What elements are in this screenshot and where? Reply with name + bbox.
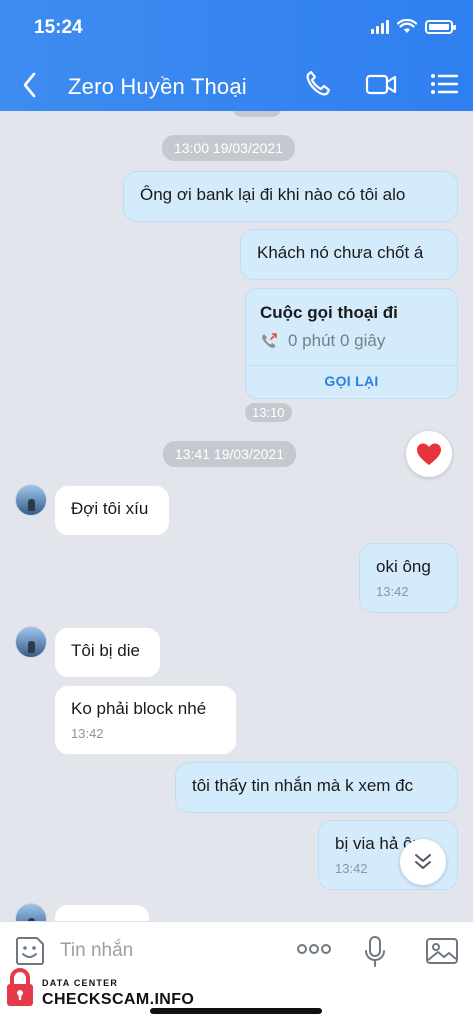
message-text: oki ông <box>376 557 431 576</box>
message-outgoing[interactable]: tôi thấy tin nhắn mà k xem đc <box>175 762 458 813</box>
message-incoming[interactable]: Đợi tôi xíu <box>54 485 170 536</box>
watermark-main: CHECKSCAM.INFO <box>42 991 195 1008</box>
home-indicator[interactable] <box>150 1008 322 1014</box>
date-separator: 13:00 19/03/2021 <box>162 135 295 161</box>
chat-header: 15:24 Zero Huyền Thoại <box>0 0 473 111</box>
message-time: 13:42 <box>71 726 104 741</box>
message-input[interactable]: Tin nhắn <box>60 940 133 962</box>
message-outgoing[interactable]: Ông ơi bank lại đi khi nào có tôi alo <box>123 171 458 222</box>
call-duration: 0 phút 0 giây <box>288 331 386 350</box>
call-back-button[interactable]: GỌI LẠI <box>246 373 457 389</box>
wifi-icon <box>397 19 417 33</box>
contact-name[interactable]: Zero Huyền Thoại <box>68 74 247 100</box>
watermark-top: DATA CENTER <box>42 978 119 988</box>
outgoing-call-icon <box>262 333 277 348</box>
microphone-icon[interactable] <box>363 934 387 970</box>
call-title: Cuộc gọi thoại đi <box>260 303 398 322</box>
call-divider <box>246 365 457 366</box>
signal-icon <box>371 20 389 34</box>
message-text: Ko phải block nhé <box>71 699 207 718</box>
avatar[interactable] <box>15 903 47 921</box>
message-incoming-partial[interactable] <box>54 904 150 921</box>
message-incoming[interactable]: Ko phải block nhé 13:42 <box>54 685 237 755</box>
reaction-heart[interactable] <box>406 431 452 477</box>
more-icon[interactable] <box>296 942 332 956</box>
avatar[interactable] <box>15 626 47 658</box>
call-duration-row: 0 phút 0 giây <box>260 331 385 351</box>
menu-icon[interactable] <box>427 68 461 100</box>
chevron-down-icon <box>415 854 431 869</box>
image-icon[interactable] <box>425 936 459 966</box>
status-icons <box>371 19 456 34</box>
scroll-down-button[interactable] <box>400 839 446 885</box>
message-time: 13:10 <box>245 403 292 422</box>
message-time: 13:42 <box>376 584 409 599</box>
call-card[interactable]: Cuộc gọi thoại đi 0 phút 0 giây GỌI LẠI <box>245 288 458 399</box>
message-incoming[interactable]: Tôi bị die <box>54 627 161 678</box>
time-pill-cut <box>232 111 282 117</box>
avatar[interactable] <box>15 484 47 516</box>
sticker-icon[interactable] <box>13 934 47 968</box>
lock-icon <box>7 968 33 1006</box>
video-call-icon[interactable] <box>364 68 398 100</box>
message-outgoing[interactable]: oki ông 13:42 <box>359 543 458 613</box>
phone-icon[interactable] <box>302 68 336 100</box>
date-separator: 13:41 19/03/2021 <box>163 441 296 467</box>
status-time: 15:24 <box>34 17 83 38</box>
back-icon[interactable] <box>18 70 44 100</box>
message-list[interactable]: 13:00 19/03/2021 Ông ơi bank lại đi khi … <box>0 111 473 921</box>
message-outgoing[interactable]: Khách nó chưa chốt á <box>240 229 458 280</box>
heart-icon <box>417 443 441 465</box>
battery-icon <box>425 20 456 34</box>
